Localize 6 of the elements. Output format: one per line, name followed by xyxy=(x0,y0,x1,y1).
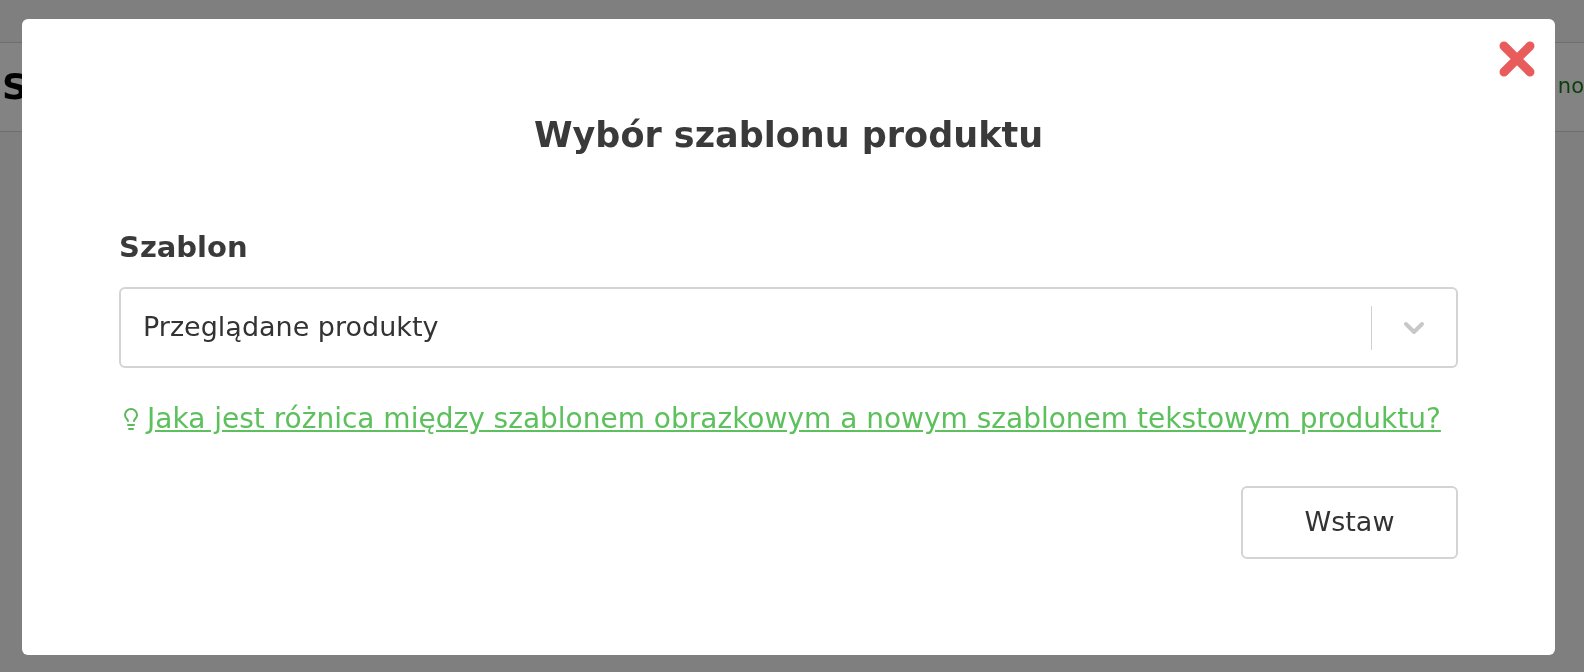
template-select[interactable]: Przeglądane produkty xyxy=(119,287,1458,368)
insert-button[interactable]: Wstaw xyxy=(1241,486,1458,559)
field-label: Szablon xyxy=(119,228,248,266)
dialog-title: Wybór szablonu produktu xyxy=(532,114,1045,157)
close-icon xyxy=(1498,40,1536,78)
close-button[interactable] xyxy=(1497,39,1537,79)
